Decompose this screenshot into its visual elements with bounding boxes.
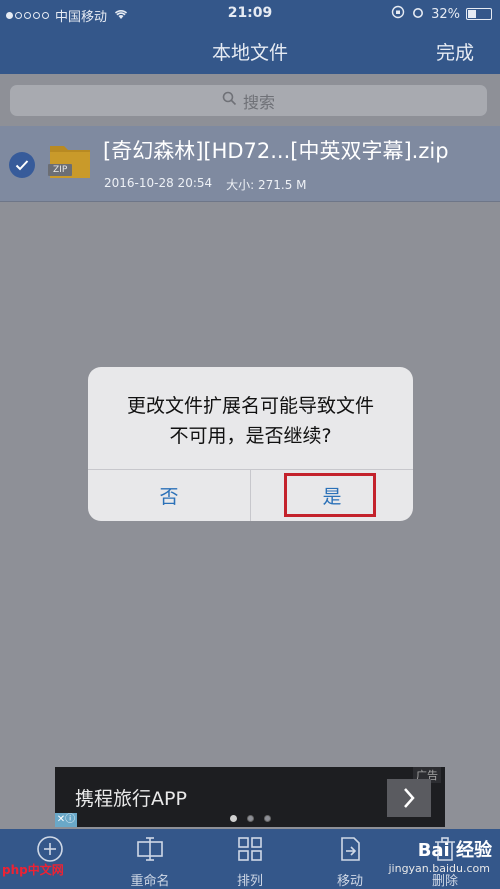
battery-percent: 32%: [431, 6, 460, 22]
baidu-watermark: Bai 经验: [417, 840, 492, 861]
yes-button-highlight: [284, 473, 376, 517]
toolbar-label: 排列: [236, 874, 263, 889]
file-list-item[interactable]: ZIP [奇幻森林][HD72...[中英双字幕].zip 2016-10-28…: [0, 126, 500, 202]
rename-confirm-dialog: 更改文件扩展名可能导致文件 不可用，是否继续? 否 是: [88, 367, 413, 521]
file-date: 2016-10-28 20:54: [104, 176, 213, 190]
navigation-bar: 本地文件 完成: [0, 28, 500, 74]
toolbar-rename[interactable]: 重命名: [115, 835, 185, 889]
dialog-message: 更改文件扩展名可能导致文件 不可用，是否继续?: [88, 391, 413, 451]
pager-dot: [246, 815, 254, 822]
status-bar: 中国移动 21:09 32%: [0, 0, 500, 28]
file-meta: 2016-10-28 20:54 大小: 271.5 M: [104, 176, 307, 193]
status-right: 32%: [391, 5, 492, 23]
toolbar-move[interactable]: 移动: [315, 835, 385, 889]
done-button[interactable]: 完成: [436, 38, 474, 65]
pager-dot: [229, 815, 237, 822]
search-input[interactable]: 搜索: [10, 85, 487, 116]
search-area: 搜索: [0, 74, 500, 126]
rename-icon: [135, 835, 165, 867]
dialog-message-line2: 不可用，是否继续?: [169, 425, 332, 447]
move-icon: [336, 835, 364, 867]
toolbar-sort[interactable]: 排列: [215, 835, 285, 889]
search-placeholder: 搜索: [242, 92, 275, 112]
dialog-message-line1: 更改文件扩展名可能导致文件: [126, 395, 374, 417]
search-icon: [222, 91, 237, 110]
file-name: [奇幻森林][HD72...[中英双字幕].zip: [103, 139, 449, 163]
checkmark-icon[interactable]: [9, 152, 35, 178]
zip-badge: ZIP: [53, 165, 68, 175]
chevron-right-icon[interactable]: [387, 779, 431, 817]
file-size: 大小: 271.5 M: [226, 178, 307, 192]
grid-icon: [236, 835, 264, 867]
page-title: 本地文件: [211, 42, 288, 64]
toolbar-label: 移动: [336, 874, 363, 889]
no-button[interactable]: 否: [88, 469, 250, 521]
battery-icon: [466, 8, 492, 20]
baidu-watermark-url: jingyan.baidu.com: [388, 862, 490, 875]
zip-folder-icon: ZIP: [46, 138, 94, 182]
alarm-icon: [411, 5, 425, 23]
ad-text: 携程旅行APP: [75, 788, 187, 810]
toolbar-label: 重命名: [130, 874, 170, 889]
php-watermark: php中文网: [2, 863, 64, 877]
ad-pager: [0, 815, 500, 822]
orientation-lock-icon: [391, 5, 405, 23]
pager-dot: [263, 815, 271, 822]
